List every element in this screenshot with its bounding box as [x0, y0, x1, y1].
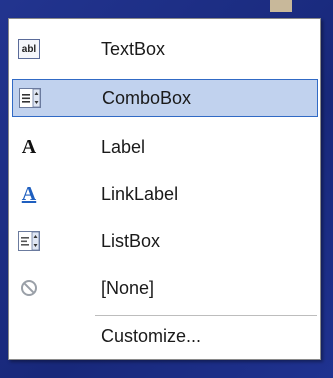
menu-item-label-control[interactable]: A Label [12, 128, 318, 166]
menu-item-textbox[interactable]: abl TextBox [12, 30, 318, 68]
menu-item-label: Label [101, 136, 146, 157]
background-window-fragment [270, 0, 292, 12]
menu-item-listbox[interactable]: ListBox [12, 222, 318, 260]
textbox-icon-glyph: abl [18, 39, 40, 59]
textbox-icon: abl [18, 38, 40, 60]
menu-item-label: TextBox [101, 38, 166, 59]
menu-item-combobox[interactable]: ComboBox [12, 79, 318, 117]
customize-label: Customize... [101, 325, 202, 346]
menu-item-label: ComboBox [102, 87, 192, 108]
menu-item-label: [None] [101, 277, 155, 298]
label-icon: A [18, 136, 40, 158]
linklabel-icon: A [18, 183, 40, 205]
menu-item-label: LinkLabel [101, 183, 179, 204]
menu-separator [95, 315, 317, 316]
label-icon-glyph: A [21, 135, 37, 158]
none-icon [18, 277, 40, 299]
menu-item-linklabel[interactable]: A LinkLabel [12, 175, 318, 213]
menu-item-none[interactable]: [None] [12, 269, 318, 307]
listbox-icon [18, 230, 40, 252]
control-type-menu: abl TextBox ComboBox A Label A LinkLabel… [8, 18, 321, 360]
menu-item-label: ListBox [101, 230, 161, 251]
combobox-icon [19, 87, 41, 109]
linklabel-icon-glyph: A [21, 182, 37, 205]
menu-item-customize[interactable]: Customize... [12, 317, 318, 355]
